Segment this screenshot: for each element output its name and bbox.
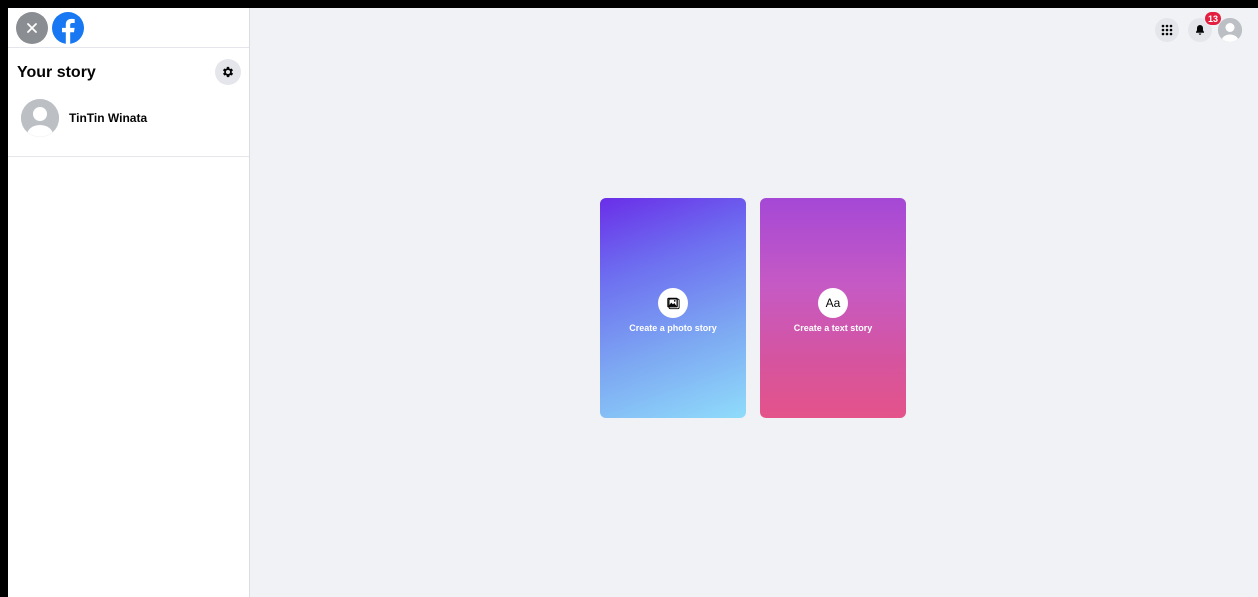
bell-icon (1196, 25, 1204, 35)
sidebar: Your story TinTin Winata (8, 8, 250, 597)
create-text-story-label: Create a text story (793, 323, 873, 333)
profile-button[interactable] (1218, 18, 1242, 42)
avatar-icon (21, 99, 59, 137)
sidebar-header (8, 8, 249, 48)
facebook-logo[interactable] (52, 12, 84, 44)
create-text-story-card[interactable]: Aa Create a text story (760, 198, 906, 418)
settings-button[interactable] (215, 59, 241, 85)
avatar (21, 99, 59, 137)
photo-icon (667, 297, 680, 310)
create-photo-story-label: Create a photo story (629, 323, 717, 333)
menu-grid-icon (1161, 24, 1173, 36)
user-name: TinTin Winata (69, 111, 148, 125)
page-title: Your story (17, 64, 96, 81)
user-row[interactable]: TinTin Winata (21, 98, 147, 138)
text-icon-circle: Aa (818, 288, 848, 318)
story-page: Your story TinTin Winata 13 Create a pho… (8, 8, 1258, 597)
close-icon (27, 23, 37, 33)
sidebar-divider (8, 156, 249, 157)
gear-icon (222, 66, 234, 78)
avatar-icon (1218, 18, 1242, 42)
create-photo-story-card[interactable]: Create a photo story (600, 198, 746, 418)
text-icon: Aa (825, 296, 841, 310)
close-button[interactable] (16, 12, 48, 44)
photo-icon-circle (658, 288, 688, 318)
menu-button[interactable] (1155, 18, 1179, 42)
